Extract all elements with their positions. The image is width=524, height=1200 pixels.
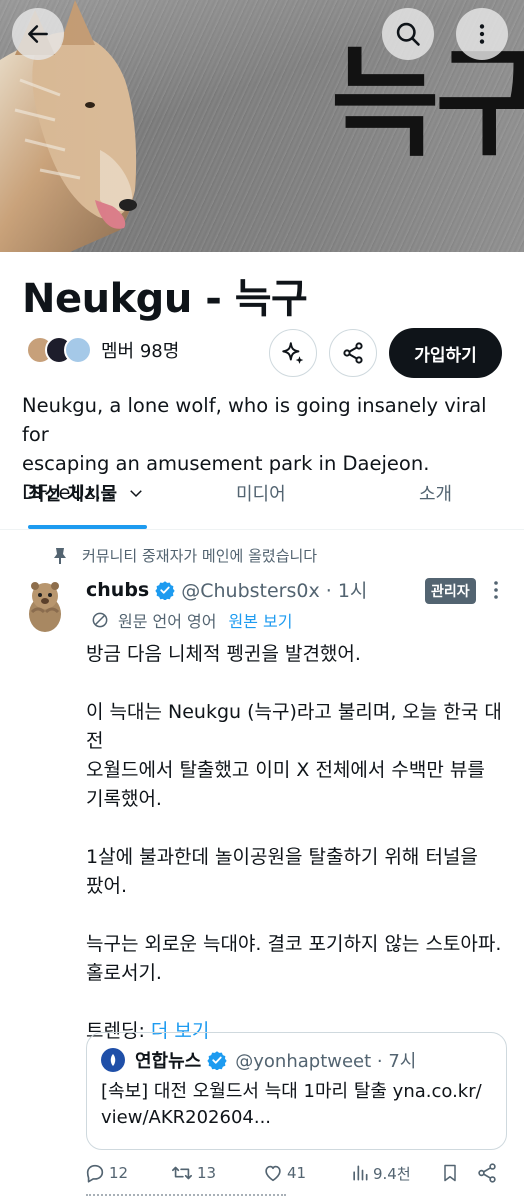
pin-icon [54, 547, 66, 564]
next-post-peek [86, 1194, 286, 1200]
repost-button[interactable]: 13 [170, 1162, 216, 1184]
post-paragraph: 늑구는 외로운 늑대야. 결코 포기하지 않는 스토아파. 홀로서기. [86, 933, 502, 984]
members-summary[interactable]: 멤버 98명 [26, 336, 179, 364]
share-icon [478, 1163, 496, 1183]
like-button[interactable]: 41 [262, 1162, 306, 1184]
translate-icon [92, 612, 108, 628]
quoted-author-name[interactable]: 연합뉴스 [135, 1047, 201, 1073]
pinned-label: 커뮤니티 중재자가 메인에 올렸습니다 [82, 547, 318, 565]
chevron-down-icon [130, 490, 142, 498]
moderator-badge: 관리자 [425, 578, 476, 604]
back-button[interactable] [12, 8, 64, 60]
description-line: Neukgu, a lone wolf, who is going insane… [22, 394, 487, 446]
quoted-text-line: view/AKR202604... [101, 1107, 272, 1128]
quoted-post-text: [속보] 대전 오월드서 늑대 1마리 탈출 yna.co.kr/ view/A… [101, 1079, 492, 1131]
post-header: chubs @Chubsters0x · 1시 [86, 576, 367, 603]
bookmark-icon [444, 1164, 456, 1182]
author-handle[interactable]: @Chubsters0x · 1시 [181, 576, 367, 603]
sparkle-icon [282, 342, 304, 364]
search-button[interactable] [382, 8, 434, 60]
tab-about[interactable]: 소개 [419, 480, 452, 506]
tab-latest[interactable]: 최신 게시물 [28, 480, 145, 506]
share-community-button[interactable] [329, 329, 377, 377]
like-count: 41 [287, 1164, 307, 1182]
join-button[interactable]: 가입하기 [389, 328, 502, 378]
bookmark-button[interactable] [440, 1162, 460, 1184]
quoted-author-handle: @yonhaptweet · 7시 [235, 1051, 417, 1072]
share-icon [343, 342, 363, 364]
community-title: Neukgu - 늑구 [22, 276, 308, 322]
community-banner: 늑구 [0, 0, 524, 252]
active-tab-indicator [28, 525, 147, 529]
more-options-button[interactable] [456, 8, 508, 60]
reply-count: 12 [109, 1164, 129, 1182]
verified-badge-icon [207, 1050, 227, 1070]
views-chart-icon [353, 1165, 368, 1181]
translation-note: 원문 언어 영어 [118, 612, 217, 631]
quoted-text-line: [속보] 대전 오월드서 늑대 1마리 탈출 yna.co.kr/ [101, 1081, 482, 1102]
translation-info: 원문 언어 영어 원본 보기 [90, 608, 292, 632]
views-button[interactable]: 9.4천 [350, 1162, 411, 1184]
more-vertical-icon [494, 581, 498, 599]
grok-summary-button[interactable] [269, 329, 317, 377]
post-more-button[interactable] [489, 578, 503, 606]
verified-badge-icon [155, 580, 175, 600]
more-vertical-icon [479, 24, 485, 44]
heart-icon [265, 1165, 281, 1182]
tab-latest-label: 최신 게시물 [28, 484, 118, 505]
tab-media[interactable]: 미디어 [236, 480, 286, 506]
views-count: 9.4천 [373, 1164, 411, 1183]
arrow-left-icon [28, 25, 48, 43]
show-original-link[interactable]: 원본 보기 [229, 608, 293, 632]
post-paragraph: 1살에 불과한데 놀이공원을 탈출하기 위해 터널을 팠어. [86, 846, 478, 897]
repost-icon [172, 1166, 192, 1180]
post-paragraph: 이 늑대는 Neukgu (늑구)라고 불리며, 오늘 한국 대전 오월드에서 … [86, 701, 502, 810]
community-tabs: 최신 게시물 미디어 소개 [0, 466, 524, 530]
member-avatar [64, 336, 92, 364]
reply-button[interactable]: 12 [84, 1162, 128, 1184]
reply-icon [86, 1164, 104, 1183]
author-name[interactable]: chubs [86, 579, 149, 601]
search-icon [396, 22, 420, 46]
quoted-post[interactable]: 연합뉴스 @yonhaptweet · 7시 [속보] 대전 오월드서 늑대 1… [86, 1032, 507, 1150]
repost-count: 13 [197, 1164, 217, 1182]
quoted-post-header: 연합뉴스 @yonhaptweet · 7시 [101, 1047, 492, 1073]
member-count: 멤버 98명 [101, 341, 180, 362]
pinned-indicator: 커뮤니티 중재자가 메인에 올렸습니다 [52, 545, 317, 566]
author-avatar[interactable] [22, 578, 68, 634]
post-paragraph: 방금 다음 니체적 펭귄을 발견했어. [86, 643, 361, 665]
post-body: 방금 다음 니체적 펭귄을 발견했어. 이 늑대는 Neukgu (늑구)라고 … [86, 640, 506, 1046]
yonhap-logo-icon [101, 1048, 125, 1072]
share-post-button[interactable] [476, 1162, 498, 1184]
post-actions: 12 13 41 9.4천 [84, 1162, 504, 1190]
banner-text: 늑구 [330, 34, 524, 172]
